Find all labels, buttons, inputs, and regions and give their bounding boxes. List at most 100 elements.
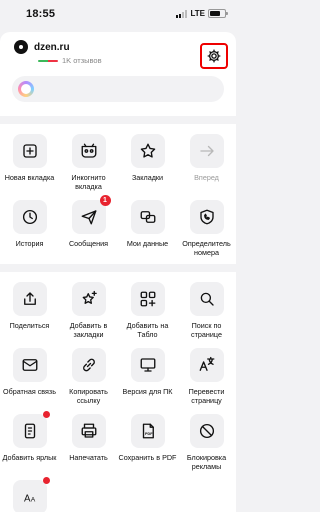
menu-item-label: Инкогнито вкладка <box>71 173 106 191</box>
menu-item-label: Напечатать <box>69 453 108 462</box>
menu-item-label: Поиск по странице <box>191 321 222 339</box>
font-size-icon: AA <box>24 494 36 505</box>
menu-tile: 1 <box>71 195 111 234</box>
menu-tile <box>130 134 165 168</box>
svg-text:A: A <box>24 494 31 505</box>
settings-button[interactable] <box>200 43 228 69</box>
site-logo-icon <box>14 40 28 54</box>
monitor-icon <box>140 358 155 372</box>
battery-icon <box>208 9 228 18</box>
menu-item-font-size[interactable]: AA <box>0 477 59 512</box>
menu-item-label: Перевести страницу <box>188 387 225 405</box>
menu-item-label: История <box>15 239 44 248</box>
arrow-right-icon <box>199 145 214 157</box>
menu-item-label: Мои данные <box>126 239 169 248</box>
envelope-icon <box>22 359 37 371</box>
menu-tile: PDF <box>130 414 165 448</box>
site-name: dzen.ru <box>34 41 70 53</box>
menu-item-pdf[interactable]: PDF Сохранить в PDF <box>118 414 177 462</box>
menu-item-label: Копировать ссылку <box>69 387 108 405</box>
menu-item-label: Сообщения <box>68 239 108 248</box>
notification-badge: 1 <box>99 195 111 206</box>
menu-item-label: Определитель номера <box>182 239 231 257</box>
menu-tile <box>71 134 106 168</box>
menu-item-shortcut[interactable]: Добавить ярлык <box>0 411 59 462</box>
browser-menu-sheet: dzen.ru 1K отзывов Новая вкладка Инкогнит… <box>0 32 236 512</box>
menu-tile <box>189 414 224 448</box>
translate-icon <box>199 356 214 371</box>
menu-item-arrow-right: Вперед <box>177 134 236 182</box>
menu-item-plus-square[interactable]: Новая вкладка <box>0 134 59 182</box>
menu-item-label: Добавить в закладки <box>69 321 108 339</box>
new-indicator-dot <box>42 477 50 484</box>
menu-item-clock[interactable]: История <box>0 200 59 248</box>
reviews-count: 1K отзывов <box>62 56 102 65</box>
menu-item-label: Закладки <box>131 173 164 182</box>
menu-item-incognito[interactable]: Инкогнито вкладка <box>59 134 118 191</box>
menu-item-search[interactable]: Поиск по странице <box>177 282 236 339</box>
menu-item-grid-plus[interactable]: Добавить на Табло <box>118 282 177 339</box>
incognito-icon <box>81 143 96 158</box>
menu-item-printer[interactable]: Напечатать <box>59 414 118 462</box>
menu-tile: AA <box>12 477 50 512</box>
signal-icon <box>176 9 188 18</box>
svg-text:PDF: PDF <box>145 432 153 436</box>
search-icon <box>200 292 214 306</box>
data-icon <box>140 211 155 223</box>
menu-tile <box>12 134 47 168</box>
menu-item-label: Добавить ярлык <box>2 453 57 462</box>
printer-icon <box>81 423 96 438</box>
menu-item-link[interactable]: Копировать ссылку <box>59 348 118 405</box>
menu-tile <box>189 282 224 316</box>
menu-item-monitor[interactable]: Версия для ПК <box>118 348 177 396</box>
menu-tile <box>130 200 165 234</box>
shortcut-icon <box>24 423 35 439</box>
menu-item-label: Добавить на Табло <box>126 321 169 339</box>
menu-item-paper-plane[interactable]: 1 Сообщения <box>59 195 118 248</box>
grid-plus-icon <box>140 291 155 307</box>
menu-tile <box>130 348 165 382</box>
menu-item-label: Вперед <box>194 173 219 182</box>
menu-tile <box>189 134 224 168</box>
site-info[interactable]: dzen.ru <box>14 40 70 54</box>
menu-item-share[interactable]: Поделиться <box>0 282 59 330</box>
clock-icon <box>22 209 37 225</box>
menu-item-label: Блокировка рекламы <box>186 453 227 471</box>
menu-tile <box>189 200 224 234</box>
alice-assistant-icon[interactable] <box>18 81 34 97</box>
menu-item-phone-shield[interactable]: Определитель номера <box>177 200 236 257</box>
menu-item-data[interactable]: Мои данные <box>118 200 177 248</box>
status-time: 18:55 <box>26 8 56 20</box>
menu-tile <box>71 348 106 382</box>
plus-square-icon <box>22 144 37 158</box>
menu-tile <box>12 282 47 316</box>
menu-tile <box>189 348 224 382</box>
site-rating[interactable]: 1K отзывов <box>38 56 102 65</box>
menu-item-star[interactable]: Закладки <box>118 134 177 182</box>
menu-tile <box>12 348 47 382</box>
network-type: LTE <box>190 9 205 18</box>
menu-tile <box>12 411 50 448</box>
menu-item-envelope[interactable]: Обратная связь <box>0 348 59 396</box>
svg-text:A: A <box>30 497 35 504</box>
search-input[interactable] <box>12 76 224 102</box>
gear-icon <box>207 49 221 63</box>
menu-tile <box>71 282 106 316</box>
rating-bar <box>38 59 58 62</box>
menu-item-block[interactable]: Блокировка рекламы <box>177 414 236 471</box>
block-icon <box>199 423 214 439</box>
new-indicator-dot <box>42 411 50 418</box>
menu-tile <box>12 200 47 234</box>
star-plus-icon <box>82 290 97 304</box>
menu-item-translate[interactable]: Перевести страницу <box>177 348 236 405</box>
divider <box>0 264 236 272</box>
menu-item-star-plus[interactable]: Добавить в закладки <box>59 282 118 339</box>
menu-item-label: Сохранить в PDF <box>118 453 177 462</box>
paper-plane-icon <box>81 210 96 225</box>
menu-item-label: Версия для ПК <box>122 387 173 396</box>
status-bar: 18:55 LTE <box>0 0 236 30</box>
share-icon <box>23 292 36 305</box>
star-icon <box>140 143 155 158</box>
menu-item-label: Поделиться <box>9 321 50 330</box>
menu-item-label: Обратная связь <box>3 387 56 396</box>
